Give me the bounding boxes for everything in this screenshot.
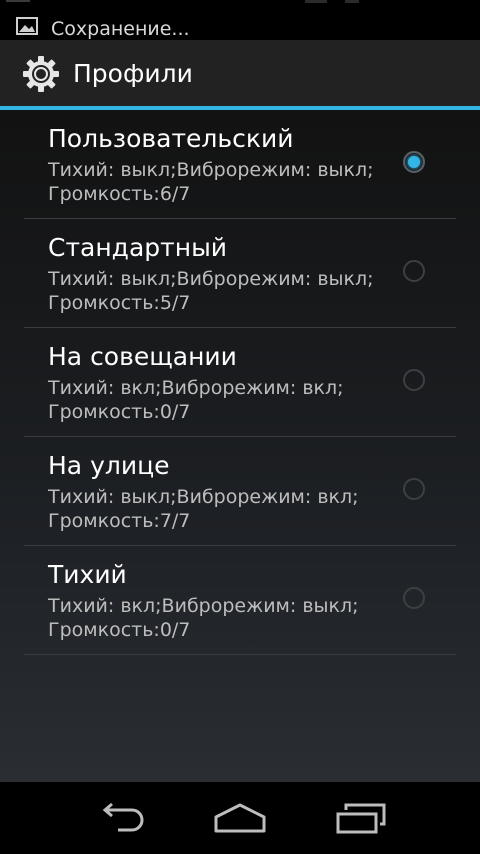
profile-summary-line2: Громкость:7/7 <box>48 510 191 532</box>
profile-title: Тихий <box>48 560 127 589</box>
profile-item-meeting[interactable]: На совещании Тихий: вкл;Виброрежим: вкл;… <box>24 328 456 437</box>
profile-radio[interactable] <box>403 478 425 500</box>
profile-radio-selected[interactable] <box>403 151 425 173</box>
profile-title: На улице <box>48 451 170 480</box>
image-icon <box>16 17 38 35</box>
profile-summary-line1: Тихий: выкл;Виброрежим: выкл; <box>48 159 374 181</box>
recent-apps-icon[interactable] <box>330 800 390 836</box>
profile-item-outdoor[interactable]: На улице Тихий: выкл;Виброрежим: вкл; Гр… <box>24 437 456 546</box>
profile-radio[interactable] <box>403 369 425 391</box>
home-icon[interactable] <box>210 800 270 836</box>
back-arrow-icon[interactable] <box>90 800 150 836</box>
profile-summary: Тихий: вкл;Виброрежим: вкл; Громкость:0/… <box>48 376 388 424</box>
profile-summary-line2: Громкость:6/7 <box>48 183 191 205</box>
profile-radio[interactable] <box>403 260 425 282</box>
profile-title: Пользовательский <box>48 124 294 153</box>
status-bar: Сохранение... <box>0 0 480 40</box>
profile-summary-line1: Тихий: вкл;Виброрежим: выкл; <box>48 595 359 617</box>
navigation-bar <box>0 782 480 854</box>
page-title: Профили <box>73 59 193 88</box>
profile-item-silent[interactable]: Тихий Тихий: вкл;Виброрежим: выкл; Громк… <box>24 546 456 655</box>
status-bar-edge <box>305 0 327 3</box>
profile-item-standard[interactable]: Стандартный Тихий: выкл;Виброрежим: выкл… <box>24 219 456 328</box>
profile-summary-line2: Громкость:0/7 <box>48 619 191 641</box>
profile-summary: Тихий: выкл;Виброрежим: выкл; Громкость:… <box>48 158 388 206</box>
profile-radio[interactable] <box>403 587 425 609</box>
status-bar-edge <box>6 0 30 2</box>
profile-summary-line1: Тихий: выкл;Виброрежим: выкл; <box>48 268 374 290</box>
status-bar-edge <box>345 0 359 3</box>
profile-title: Стандартный <box>48 233 228 262</box>
gear-icon[interactable] <box>22 55 60 93</box>
action-bar: Профили <box>0 40 480 106</box>
profile-summary: Тихий: вкл;Виброрежим: выкл; Громкость:0… <box>48 594 388 642</box>
profile-summary-line2: Громкость:0/7 <box>48 401 191 423</box>
profile-item-custom[interactable]: Пользовательский Тихий: выкл;Виброрежим:… <box>24 110 456 219</box>
profile-summary: Тихий: выкл;Виброрежим: выкл; Громкость:… <box>48 267 388 315</box>
profile-summary-line2: Громкость:5/7 <box>48 292 191 314</box>
profiles-list: Пользовательский Тихий: выкл;Виброрежим:… <box>24 110 456 655</box>
profile-title: На совещании <box>48 342 237 371</box>
profile-summary: Тихий: выкл;Виброрежим: вкл; Громкость:7… <box>48 485 388 533</box>
notification-text: Сохранение... <box>51 18 190 40</box>
profiles-list-container: Пользовательский Тихий: выкл;Виброрежим:… <box>0 110 480 782</box>
profile-summary-line1: Тихий: выкл;Виброрежим: вкл; <box>48 486 359 508</box>
profile-summary-line1: Тихий: вкл;Виброрежим: вкл; <box>48 377 344 399</box>
